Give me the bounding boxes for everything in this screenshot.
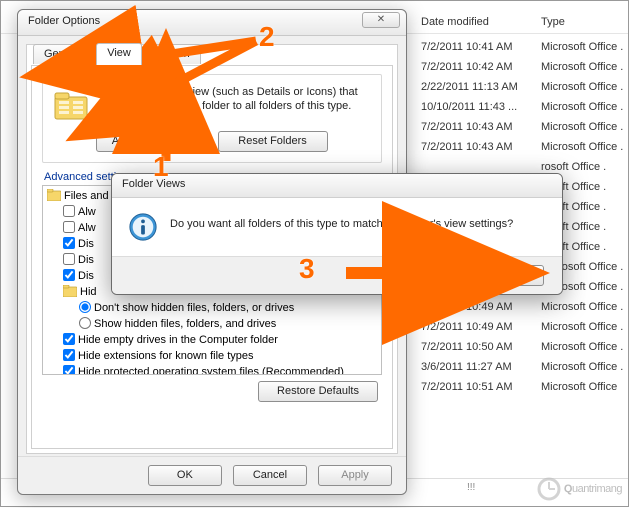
- tree-item-label: Dis: [78, 238, 94, 250]
- tree-checkbox[interactable]: [63, 333, 75, 345]
- file-date: 7/2/2011 10:43 AM: [421, 117, 541, 137]
- file-date: 7/2/2011 10:43 AM: [421, 137, 541, 157]
- tree-item[interactable]: Hide empty drives in the Computer folder: [45, 332, 379, 348]
- yes-button[interactable]: Yes: [387, 265, 459, 286]
- tree-item-label: Don't show hidden files, folders, or dri…: [94, 302, 294, 314]
- tree-item[interactable]: Hide extensions for known file types: [45, 348, 379, 364]
- confirm-titlebar[interactable]: Folder Views: [112, 174, 562, 198]
- file-type: Microsoft Office .: [541, 77, 629, 97]
- file-date: 7/2/2011 10:49 AM: [421, 317, 541, 337]
- column-date-modified[interactable]: Date modified: [421, 16, 489, 28]
- file-date: 7/2/2011 10:49 AM: [421, 297, 541, 317]
- apply-button[interactable]: Apply: [318, 465, 392, 486]
- tab-view[interactable]: View: [96, 43, 142, 65]
- tree-radio[interactable]: [79, 317, 91, 329]
- folder-views-description: You can apply the view (such as Details …: [97, 85, 371, 125]
- file-date: 7/2/2011 10:51 AM: [421, 377, 541, 397]
- file-type: Microsoft Office .: [541, 357, 629, 377]
- file-date: 7/2/2011 10:50 AM: [421, 337, 541, 357]
- tree-checkbox[interactable]: [63, 221, 75, 233]
- folder-views-icon: [53, 87, 89, 123]
- tree-checkbox[interactable]: [63, 365, 75, 375]
- folder-icon: [63, 285, 77, 297]
- tree-item-label: Hide protected operating system files (R…: [78, 366, 344, 375]
- file-type: Microsoft Office .: [541, 117, 629, 137]
- tree-checkbox[interactable]: [63, 205, 75, 217]
- info-icon: [128, 212, 158, 242]
- column-type[interactable]: Type: [541, 16, 565, 28]
- tree-item[interactable]: Hide protected operating system files (R…: [45, 364, 379, 375]
- cancel-button[interactable]: Cancel: [233, 465, 307, 486]
- ok-button[interactable]: OK: [148, 465, 222, 486]
- folder-options-titlebar[interactable]: Folder Options ✕: [18, 10, 406, 36]
- confirm-title: Folder Views: [122, 178, 185, 190]
- selection-indicator: !!!: [467, 482, 475, 493]
- tree-item-label: Dis: [78, 254, 94, 266]
- folder-views-group: Folder views: [42, 74, 382, 163]
- apply-to-folders-button[interactable]: Apply to Folders: [96, 131, 206, 152]
- tree-item-label: Show hidden files, folders, and drives: [94, 318, 276, 330]
- file-type: Microsoft Office: [541, 377, 629, 397]
- file-date: 7/2/2011 10:42 AM: [421, 57, 541, 77]
- file-date: 3/6/2011 11:27 AM: [421, 357, 541, 377]
- tab-general[interactable]: General: [33, 44, 94, 64]
- file-date: 7/2/2011 10:41 AM: [421, 37, 541, 57]
- tab-strip: General View Search: [33, 43, 200, 65]
- tree-checkbox[interactable]: [63, 237, 75, 249]
- file-type: Microsoft Office .: [541, 37, 629, 57]
- file-type: Microsoft Office .: [541, 317, 629, 337]
- folder-options-footer: OK Cancel Apply: [18, 456, 406, 494]
- folder-views-confirm-dialog: Folder Views Do you want all folders of …: [111, 173, 563, 295]
- restore-defaults-button[interactable]: Restore Defaults: [258, 381, 378, 402]
- tree-item[interactable]: Don't show hidden files, folders, or dri…: [45, 300, 379, 316]
- file-type: Microsoft Office .: [541, 137, 629, 157]
- tree-checkbox[interactable]: [63, 253, 75, 265]
- tab-search[interactable]: Search: [144, 44, 201, 64]
- confirm-message: Do you want all folders of this type to …: [170, 218, 550, 230]
- file-type: Microsoft Office .: [541, 297, 629, 317]
- tree-checkbox[interactable]: [63, 349, 75, 361]
- no-button[interactable]: No: [472, 265, 544, 286]
- file-type: Microsoft Office .: [541, 337, 629, 357]
- tree-item-label: Dis: [78, 270, 94, 282]
- tree-radio[interactable]: [79, 301, 91, 313]
- tree-item[interactable]: Show hidden files, folders, and drives: [45, 316, 379, 332]
- file-type: Microsoft Office .: [541, 57, 629, 77]
- file-date: 10/10/2011 11:43 ...: [421, 97, 541, 117]
- tree-item-label: Hide empty drives in the Computer folder: [78, 334, 278, 346]
- tree-item-label: Hid: [80, 286, 97, 298]
- tree-item-label: Alw: [78, 222, 96, 234]
- folder-views-legend: Folder views: [51, 67, 121, 79]
- file-type: Microsoft Office .: [541, 97, 629, 117]
- close-button[interactable]: ✕: [362, 12, 400, 28]
- tree-item-label: Alw: [78, 206, 96, 218]
- reset-folders-button[interactable]: Reset Folders: [218, 131, 328, 152]
- file-date: 2/22/2011 11:13 AM: [421, 77, 541, 97]
- tree-item-label: Hide extensions for known file types: [78, 350, 253, 362]
- tree-checkbox[interactable]: [63, 269, 75, 281]
- folder-options-title: Folder Options: [28, 15, 100, 27]
- folder-icon: [47, 189, 61, 201]
